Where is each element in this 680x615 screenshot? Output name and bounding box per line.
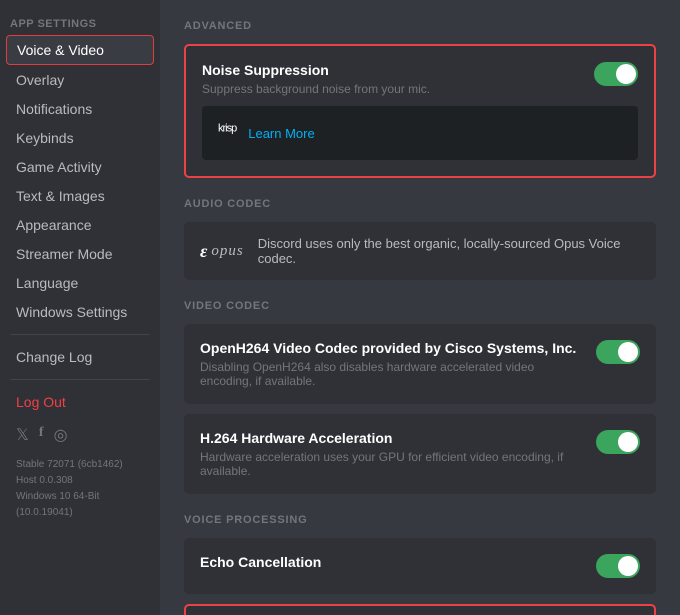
sidebar-item-overlay[interactable]: Overlay (6, 66, 154, 94)
sidebar-item-notifications[interactable]: Notifications (6, 95, 154, 123)
twitter-icon[interactable]: 𝕏 (16, 425, 29, 445)
toggle-knob-echo (618, 556, 638, 576)
audio-codec-header: AUDIO CODEC (184, 198, 656, 210)
echo-cancellation-row: Echo Cancellation (200, 554, 640, 578)
sidebar-item-language[interactable]: Language (6, 269, 154, 297)
noise-suppression-title: Noise Suppression (202, 62, 430, 78)
sidebar: App Settings Voice & Video Overlay Notif… (0, 0, 160, 615)
sidebar-item-changelog[interactable]: Change Log (6, 343, 154, 371)
noise-suppression-card: Noise Suppression Suppress background no… (184, 44, 656, 178)
version-info: Stable 72071 (6cb1462) Host 0.0.308 Wind… (0, 453, 160, 525)
sidebar-item-windows-settings[interactable]: Windows Settings (6, 298, 154, 326)
toggle-knob (616, 64, 636, 84)
opus-description: Discord uses only the best organic, loca… (258, 236, 640, 266)
video-codec-header: VIDEO CODEC (184, 300, 656, 312)
openh264-row: OpenH264 Video Codec provided by Cisco S… (200, 340, 640, 388)
openh264-title: OpenH264 Video Codec provided by Cisco S… (200, 340, 580, 356)
krisp-logo: krisp (218, 120, 236, 146)
openh264-info: OpenH264 Video Codec provided by Cisco S… (200, 340, 580, 388)
sidebar-item-keybinds[interactable]: Keybinds (6, 124, 154, 152)
openh264-toggle[interactable] (596, 340, 640, 364)
sidebar-section-label: App Settings (0, 10, 160, 34)
sidebar-divider-1 (10, 334, 150, 335)
noise-suppression-toggle[interactable] (594, 62, 638, 86)
noise-suppression-info: Noise Suppression Suppress background no… (202, 62, 430, 96)
opus-banner: ε opus Discord uses only the best organi… (184, 222, 656, 280)
main-content: ADVANCED Noise Suppression Suppress back… (160, 0, 680, 615)
echo-cancellation-toggle[interactable] (596, 554, 640, 578)
echo-cancellation-info: Echo Cancellation (200, 554, 321, 574)
noise-reduction-card: Noise Reduction Noise reduction is disab… (184, 604, 656, 615)
echo-cancellation-card: Echo Cancellation (184, 538, 656, 594)
advanced-section-header: ADVANCED (184, 20, 656, 32)
opus-logo-wrap: ε opus (200, 241, 244, 262)
noise-suppression-row: Noise Suppression Suppress background no… (202, 62, 638, 96)
facebook-icon[interactable]: f (39, 425, 44, 445)
sidebar-item-streamer-mode[interactable]: Streamer Mode (6, 240, 154, 268)
openh264-desc: Disabling OpenH264 also disables hardwar… (200, 360, 580, 388)
sidebar-item-text-images[interactable]: Text & Images (6, 182, 154, 210)
logout-button[interactable]: Log Out (6, 388, 154, 416)
krisp-learn-more-link[interactable]: Learn More (248, 126, 314, 141)
noise-suppression-desc: Suppress background noise from your mic. (202, 82, 430, 96)
sidebar-item-voice-video[interactable]: Voice & Video (6, 35, 154, 65)
h264-accel-row: H.264 Hardware Acceleration Hardware acc… (200, 430, 640, 478)
toggle-knob-h264 (618, 432, 638, 452)
h264-accel-title: H.264 Hardware Acceleration (200, 430, 580, 446)
krisp-banner: krisp Learn More (202, 106, 638, 160)
h264-accel-desc: Hardware acceleration uses your GPU for … (200, 450, 580, 478)
h264-accel-toggle[interactable] (596, 430, 640, 454)
opus-icon: ε (200, 241, 207, 262)
instagram-icon[interactable]: ◎ (54, 425, 68, 445)
toggle-knob-openh264 (618, 342, 638, 362)
h264-accel-info: H.264 Hardware Acceleration Hardware acc… (200, 430, 580, 478)
opus-logo-text: opus (211, 243, 243, 260)
sidebar-social: 𝕏 f ◎ (0, 417, 160, 453)
echo-cancellation-title: Echo Cancellation (200, 554, 321, 570)
sidebar-item-game-activity[interactable]: Game Activity (6, 153, 154, 181)
openh264-card: OpenH264 Video Codec provided by Cisco S… (184, 324, 656, 404)
sidebar-divider-2 (10, 379, 150, 380)
voice-processing-header: VOICE PROCESSING (184, 514, 656, 526)
h264-accel-card: H.264 Hardware Acceleration Hardware acc… (184, 414, 656, 494)
sidebar-item-appearance[interactable]: Appearance (6, 211, 154, 239)
